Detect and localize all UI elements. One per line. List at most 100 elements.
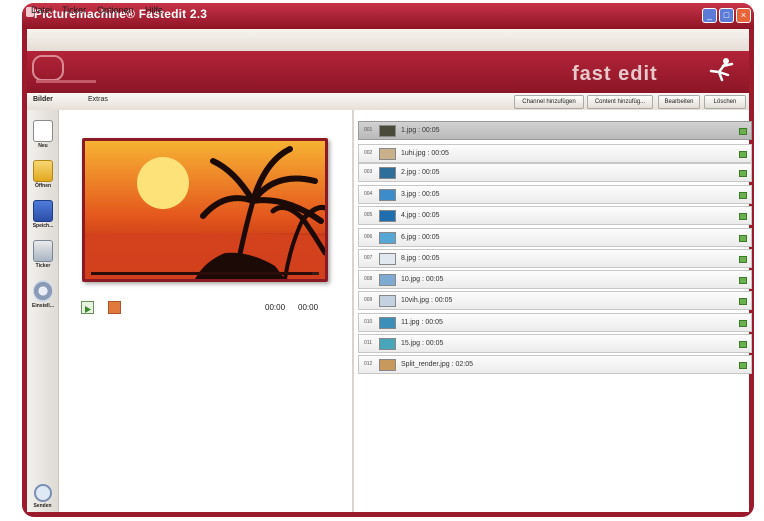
row-label: 8.jpg : 00:05 <box>401 255 440 262</box>
row-number: 010 <box>364 319 373 325</box>
menu-ticker[interactable]: Ticker <box>62 5 86 15</box>
time-current: 00:00 <box>265 303 286 312</box>
row-number: 003 <box>364 169 373 175</box>
tab-extras[interactable]: Extras <box>88 96 108 103</box>
status-flag-icon[interactable] <box>739 170 747 177</box>
status-flag-icon[interactable] <box>739 192 747 199</box>
folder-icon <box>33 160 53 182</box>
new-label: Neu <box>38 143 48 149</box>
row-label: 2.jpg : 00:05 <box>401 169 440 176</box>
brand-logo: fast edit <box>572 63 658 85</box>
row-thumbnail <box>379 210 396 222</box>
status-flag-icon[interactable] <box>739 151 747 158</box>
tab-bilder[interactable]: Bilder <box>33 96 53 103</box>
open-button[interactable]: Öffnen <box>29 160 57 189</box>
edit-button[interactable]: Bearbeiten <box>658 95 700 109</box>
row-thumbnail <box>379 317 396 329</box>
row-number: 005 <box>364 212 373 218</box>
playlist-row[interactable]: 001 1.jpg : 00:05 <box>358 121 752 140</box>
row-thumbnail <box>379 295 396 307</box>
send-button[interactable]: Senden <box>30 484 55 511</box>
minimize-icon[interactable]: _ <box>702 8 717 23</box>
playlist-row[interactable]: 010 11.jpg : 00:05 <box>358 313 752 332</box>
row-number: 012 <box>364 361 373 367</box>
row-thumbnail <box>379 148 396 160</box>
row-thumbnail <box>379 232 396 244</box>
sunset-palm-image <box>85 141 325 279</box>
row-label: 10.jpg : 00:05 <box>401 276 444 283</box>
pane-divider[interactable] <box>352 110 354 512</box>
ticker-icon <box>33 240 53 262</box>
row-thumbnail <box>379 359 396 371</box>
row-number: 004 <box>364 191 373 197</box>
runner-icon <box>709 58 734 82</box>
delete-button[interactable]: Löschen <box>704 95 746 109</box>
status-flag-icon[interactable] <box>739 213 747 220</box>
save-button[interactable]: Speich... <box>29 200 57 229</box>
row-label: 1.jpg : 00:05 <box>401 127 440 134</box>
save-label: Speich... <box>32 223 54 229</box>
stop-button[interactable] <box>108 301 121 314</box>
row-thumbnail <box>379 167 396 179</box>
send-label: Senden <box>33 503 52 509</box>
status-flag-icon[interactable] <box>739 362 747 369</box>
row-number: 007 <box>364 255 373 261</box>
row-thumbnail <box>379 125 396 137</box>
row-label: 10vih.jpg : 00:05 <box>401 297 453 304</box>
playlist-row[interactable]: 009 10vih.jpg : 00:05 <box>358 291 752 310</box>
row-label: 3.jpg : 00:05 <box>401 191 440 198</box>
playlist-row[interactable]: 004 3.jpg : 00:05 <box>358 185 752 204</box>
play-button[interactable] <box>81 301 94 314</box>
new-button[interactable]: Neu <box>29 120 57 149</box>
playlist-row[interactable]: 005 4.jpg : 00:05 <box>358 206 752 225</box>
playlist-row[interactable]: 006 6.jpg : 00:05 <box>358 228 752 247</box>
ticker-label: Ticker <box>35 263 51 269</box>
logo-underline <box>36 80 96 83</box>
row-thumbnail <box>379 338 396 350</box>
clock-icon <box>33 484 52 502</box>
open-label: Öffnen <box>34 183 52 189</box>
row-thumbnail <box>379 274 396 286</box>
logo-icon <box>32 55 64 81</box>
gear-icon <box>33 280 53 302</box>
row-label: Split_render.jpg : 02:05 <box>401 361 473 368</box>
playlist-row[interactable]: 008 10.jpg : 00:05 <box>358 270 752 289</box>
status-flag-icon[interactable] <box>739 256 747 263</box>
menu-optionen[interactable]: Optionen <box>97 5 134 15</box>
floppy-disk-icon <box>33 200 53 222</box>
row-label: 1uhi.jpg : 00:05 <box>401 150 449 157</box>
row-thumbnail <box>379 189 396 201</box>
row-number: 009 <box>364 297 373 303</box>
playlist-row[interactable]: 011 15.jpg : 00:05 <box>358 334 752 353</box>
menu-datei[interactable]: Datei <box>31 5 52 15</box>
add-content-button[interactable]: Content hinzufüg... <box>587 95 653 109</box>
progress-bar[interactable] <box>91 272 313 275</box>
add-channel-button[interactable]: Channel hinzufügen <box>514 95 584 109</box>
status-flag-icon[interactable] <box>739 341 747 348</box>
maximize-icon[interactable]: □ <box>719 8 734 23</box>
row-number: 011 <box>364 340 372 346</box>
playlist-row[interactable]: 002 1uhi.jpg : 00:05 <box>358 144 752 163</box>
row-label: 6.jpg : 00:05 <box>401 234 440 241</box>
playlist-row[interactable]: 003 2.jpg : 00:05 <box>358 163 752 182</box>
status-flag-icon[interactable] <box>739 128 747 135</box>
menu-hilfe[interactable]: Hilfe <box>145 5 163 15</box>
time-total: 00:00 <box>298 303 319 312</box>
preview-image <box>82 138 328 282</box>
row-number: 001 <box>364 127 373 133</box>
status-flag-icon[interactable] <box>739 235 747 242</box>
status-flag-icon[interactable] <box>739 320 747 327</box>
row-label: 15.jpg : 00:05 <box>401 340 444 347</box>
playlist-row[interactable]: 012 Split_render.jpg : 02:05 <box>358 355 752 374</box>
playlist-row[interactable]: 007 8.jpg : 00:05 <box>358 249 752 268</box>
row-number: 006 <box>364 234 373 240</box>
status-flag-icon[interactable] <box>739 277 747 284</box>
menu-bar <box>27 29 749 51</box>
settings-button[interactable]: Einstell... <box>29 280 57 309</box>
settings-label: Einstell... <box>32 303 54 309</box>
status-flag-icon[interactable] <box>739 298 747 305</box>
close-icon[interactable]: × <box>736 8 751 23</box>
play-icon <box>85 306 91 313</box>
row-thumbnail <box>379 253 396 265</box>
ticker-button[interactable]: Ticker <box>29 240 57 269</box>
